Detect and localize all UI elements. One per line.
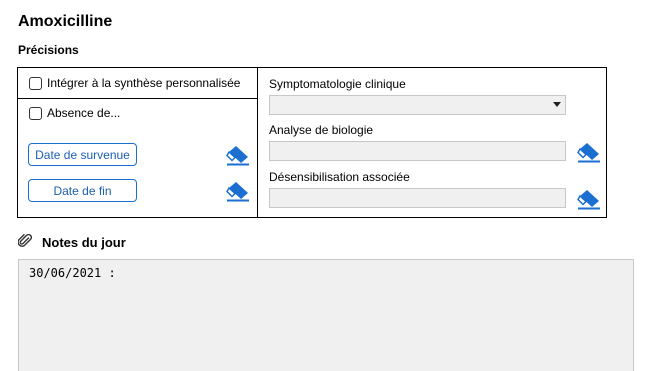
biology-input[interactable]: [269, 141, 566, 161]
notes-textarea[interactable]: 30/06/2021 :: [18, 259, 634, 371]
eraser-icon[interactable]: [577, 141, 601, 163]
page-title: Amoxicilline: [18, 13, 113, 30]
details-panel: Intégrer à la synthèse personnalisée Abs…: [17, 67, 607, 218]
absence-checkbox-label: Absence de...: [47, 106, 121, 120]
desensitization-label: Désensibilisation associée: [269, 170, 410, 184]
synthesis-checkbox[interactable]: [29, 76, 42, 90]
synthesis-row: Intégrer à la synthèse personnalisée: [18, 68, 257, 99]
end-date-button[interactable]: Date de fin: [28, 179, 137, 202]
chevron-down-icon[interactable]: [553, 102, 561, 107]
paperclip-icon: [18, 234, 32, 247]
biology-label: Analyse de biologie: [269, 123, 374, 137]
synthesis-checkbox-label: Intégrer à la synthèse personnalisée: [47, 76, 241, 90]
eraser-icon[interactable]: [577, 188, 601, 210]
desensitization-input[interactable]: [269, 188, 566, 208]
eraser-icon[interactable]: [226, 144, 250, 166]
absence-checkbox[interactable]: [29, 106, 42, 120]
right-column: Symptomatologie clinique Analyse de biol…: [259, 68, 606, 217]
absence-checkbox-row[interactable]: Absence de...: [29, 106, 120, 120]
section-title: Précisions: [18, 43, 79, 57]
notes-title: Notes du jour: [42, 235, 126, 250]
symptom-select[interactable]: [269, 95, 566, 115]
start-date-button[interactable]: Date de survenue: [28, 143, 137, 166]
synthesis-checkbox-row[interactable]: Intégrer à la synthèse personnalisée: [29, 76, 240, 90]
eraser-icon[interactable]: [226, 180, 250, 202]
symptom-label: Symptomatologie clinique: [269, 77, 406, 91]
left-column: Intégrer à la synthèse personnalisée Abs…: [18, 68, 258, 217]
